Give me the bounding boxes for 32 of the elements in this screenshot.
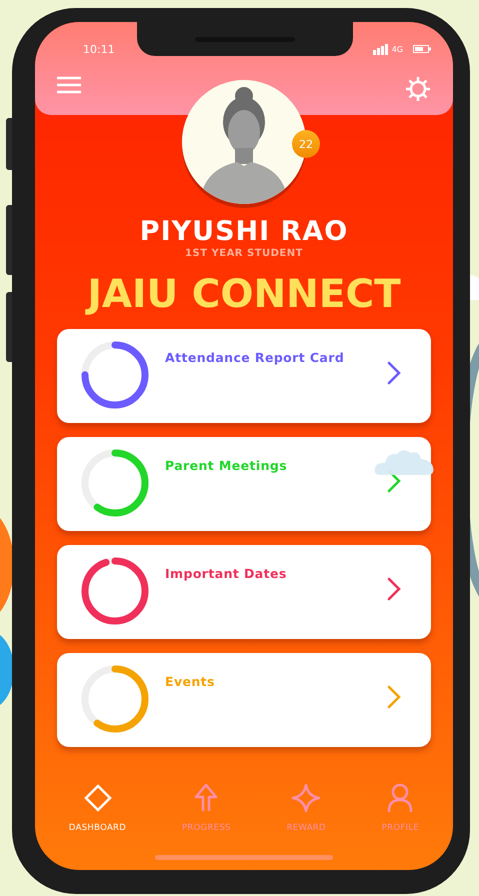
- menu-icon[interactable]: [57, 76, 81, 94]
- notification-badge: 22: [292, 130, 320, 158]
- student-year: 1ST YEAR STUDENT: [185, 248, 303, 259]
- progress-ring: [79, 663, 151, 735]
- app-title: JAIU CONNECT: [84, 271, 402, 319]
- menu-card[interactable]: Important Dates: [57, 545, 431, 639]
- card-title: Important Dates: [165, 566, 288, 581]
- progress-ring: [79, 555, 151, 627]
- sparkle-icon: [291, 783, 322, 813]
- progress-ring: [79, 447, 151, 519]
- chevron-right-icon: [387, 577, 401, 601]
- network-label: 4G: [392, 44, 403, 54]
- signal-icon: [372, 44, 388, 54]
- nav-tab[interactable]: PROGRESS: [182, 783, 231, 833]
- settings-icon[interactable]: [405, 76, 431, 102]
- menu-card[interactable]: Events: [57, 653, 431, 747]
- diamond-icon: [82, 783, 113, 813]
- chevron-right-icon: [387, 361, 401, 385]
- card-title: Parent Meetings: [165, 458, 288, 473]
- menu-card[interactable]: Attendance Report Card: [57, 329, 431, 423]
- battery-icon: [413, 45, 431, 53]
- person-icon: [386, 783, 414, 813]
- card-title: Attendance Report Card: [165, 350, 346, 365]
- chevron-right-icon: [387, 685, 401, 709]
- nav-tab[interactable]: PROFILE: [382, 783, 420, 833]
- menu-card[interactable]: Parent Meetings: [57, 437, 431, 531]
- nav-tab[interactable]: REWARD: [286, 783, 326, 833]
- progress-ring: [79, 339, 151, 411]
- nav-tab[interactable]: DASHBOARD: [68, 783, 126, 833]
- card-title: Events: [165, 674, 216, 689]
- student-name: PIYUSHI RAO: [140, 216, 348, 248]
- status-time: 10:11: [83, 42, 115, 56]
